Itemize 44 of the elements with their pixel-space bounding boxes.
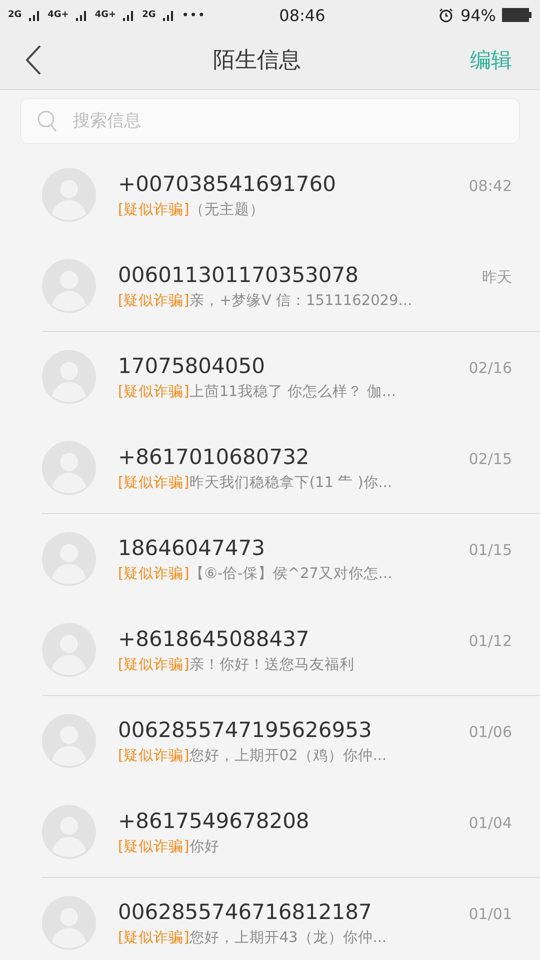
message-preview[interactable]: [疑似诈骗]亲，+梦缘V 信：1511162029... — [118, 290, 512, 310]
message-time: 01/04 — [468, 814, 512, 832]
network-label: 2G — [8, 10, 22, 20]
signal-icon — [28, 8, 42, 22]
message-time: 02/15 — [468, 450, 512, 468]
message-time: 08:42 — [468, 176, 512, 194]
sender-number[interactable]: +8618645088437 — [118, 626, 310, 650]
signal-icon — [162, 8, 176, 22]
battery-percent: 94% — [460, 6, 496, 24]
message-time: 02/16 — [468, 358, 512, 376]
message-time: 01/06 — [468, 722, 512, 740]
signal-icon — [74, 8, 89, 22]
sender-number[interactable]: 0062855747195626953 — [118, 718, 372, 742]
sender-number[interactable]: 18646047473 — [118, 536, 265, 560]
alarm-icon — [438, 7, 454, 23]
search-icon — [37, 110, 57, 132]
message-time: 01/01 — [468, 904, 512, 922]
clock: 08:46 — [278, 6, 326, 24]
message-preview[interactable]: [疑似诈骗]上茴11我稳了 你怎么样？ 伽... — [118, 382, 512, 400]
sender-number[interactable]: +8617010680732 — [118, 444, 310, 468]
sender-number[interactable]: +8617549678208 — [118, 808, 310, 832]
network-label: 2G — [142, 10, 156, 20]
message-preview[interactable]: [疑似诈骗]您好，上期开02（鸡）你仲... — [118, 746, 512, 764]
message-preview[interactable]: [疑似诈骗]【⑥-佮-倸】侯^27又对你怎... — [118, 564, 512, 582]
sender-number[interactable]: +007038541691760 — [118, 172, 336, 196]
more-indicator: ••• — [182, 8, 206, 22]
network-label: 4G+ — [48, 10, 69, 20]
search-field[interactable]: 搜索信息 — [71, 110, 503, 132]
search-field[interactable]: 搜索信息 — [20, 98, 520, 144]
message-time: 昨天 — [482, 268, 512, 286]
message-preview[interactable]: [疑似诈骗]昨天我们稳稳拿下(11 ⺧ )你... — [118, 472, 512, 492]
network-label: 4G+ — [94, 10, 116, 20]
page-title: 陌生信息 — [213, 46, 301, 74]
message-time: 01/15 — [468, 540, 512, 558]
battery-icon — [502, 8, 532, 22]
sender-number[interactable]: 0062855746716812187 — [118, 900, 372, 924]
sender-number[interactable]: 006011301170353078 — [118, 262, 358, 286]
message-preview[interactable]: [疑似诈骗]您好，上期开43（龙）你仲... — [118, 928, 512, 946]
message-time: 01/12 — [468, 632, 512, 650]
edit-button[interactable]: 编辑 — [470, 46, 512, 74]
message-preview[interactable]: [疑似诈骗]亲！你好！送您马友福利 — [118, 654, 512, 674]
message-preview[interactable]: [疑似诈骗]你好 — [118, 836, 512, 856]
message-preview[interactable]: [疑似诈骗]（无主题） — [118, 200, 512, 218]
sender-number[interactable]: 17075804050 — [118, 354, 265, 378]
